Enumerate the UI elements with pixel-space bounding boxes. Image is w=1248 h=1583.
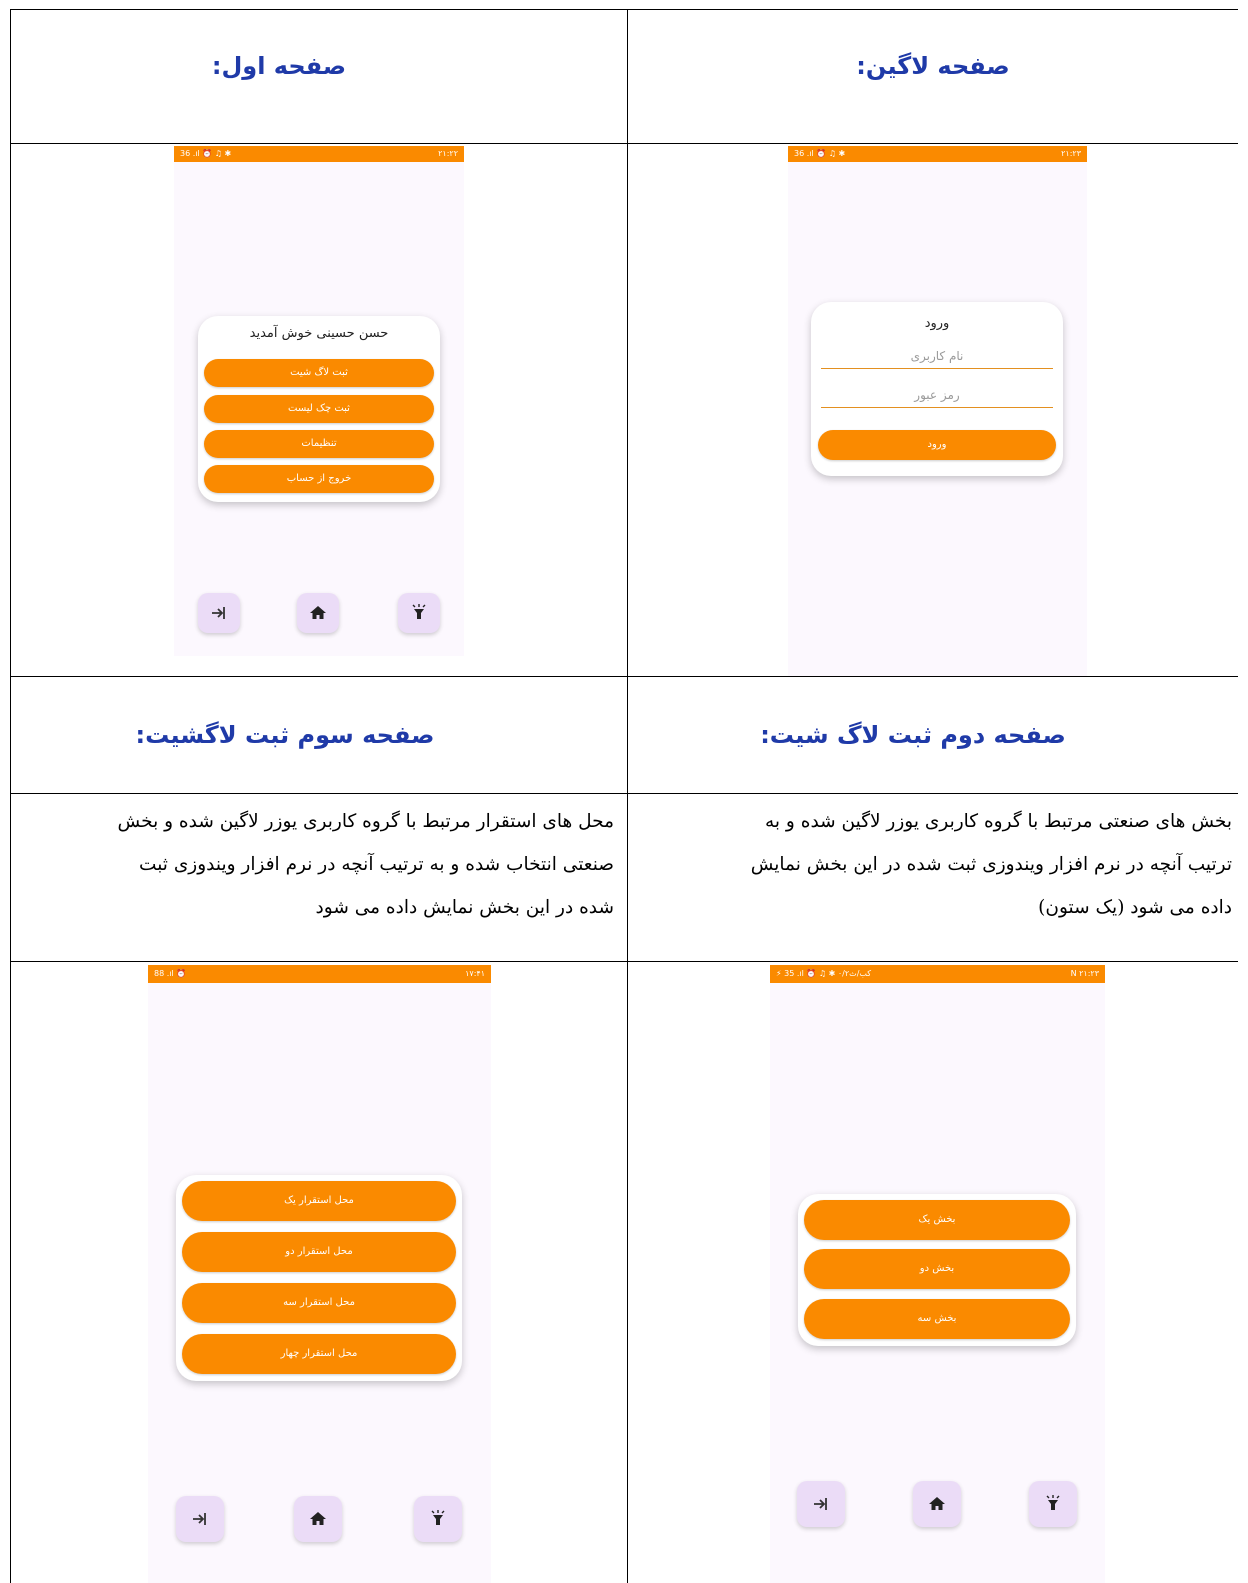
status-bar: 88 .ıl ⏰ ۱۷:۴۱ bbox=[148, 965, 491, 983]
section-button-3[interactable]: بخش سه bbox=[804, 1299, 1070, 1339]
location-button-2[interactable]: محل استقرار دو bbox=[182, 1232, 456, 1272]
status-time: ۲۱:۲۳ bbox=[1061, 149, 1081, 158]
locations-card: محل استقرار یک محل استقرار دو محل استقرا… bbox=[176, 1175, 462, 1381]
settings-button[interactable]: تنظیمات bbox=[204, 430, 434, 458]
location-button-4[interactable]: محل استقرار چهار bbox=[182, 1334, 456, 1374]
header-second-page: صفحه دوم ثبت لاگ شیت: bbox=[760, 721, 1066, 749]
login-submit-button[interactable]: ورود bbox=[818, 430, 1056, 460]
checklist-button[interactable]: ثبت چک لیست bbox=[204, 395, 434, 423]
table-row-line bbox=[10, 676, 1238, 677]
table-row-line bbox=[10, 961, 1238, 962]
flashlight-icon bbox=[431, 1510, 445, 1525]
first-page-screenshot: 36 .ıl ⏰ ♫ ✱ ۲۱:۲۲ حسن حسینی خوش آمدید ث… bbox=[174, 146, 464, 656]
table-row-line bbox=[10, 143, 1238, 144]
status-icons: ⚡ 35 .ıl ⏰ ♫ ✱ ۰/۲کب/ث bbox=[776, 969, 872, 978]
description-line: شده در این بخش نمایش داده می شود bbox=[315, 897, 614, 918]
description-line: داده می شود (یک ستون) bbox=[1038, 897, 1232, 918]
table-row-line bbox=[10, 793, 1238, 794]
status-time: ۱۷:۴۱ bbox=[465, 969, 485, 978]
sections-card: بخش یک بخش دو بخش سه bbox=[798, 1194, 1076, 1346]
home-icon bbox=[310, 606, 326, 619]
table-border-left bbox=[10, 9, 11, 1583]
section-button-2[interactable]: بخش دو bbox=[804, 1249, 1070, 1289]
nav-login-button[interactable] bbox=[198, 593, 240, 633]
section-button-1[interactable]: بخش یک bbox=[804, 1200, 1070, 1240]
header-first-page: صفحه اول: bbox=[211, 52, 347, 80]
home-icon bbox=[310, 1512, 326, 1525]
description-line: بخش های صنعتی مرتبط با گروه کاربری یوزر … bbox=[764, 811, 1232, 832]
nav-flashlight-button[interactable] bbox=[414, 1496, 462, 1542]
table-border-top bbox=[10, 9, 1238, 10]
password-field[interactable]: رمز عبور bbox=[821, 383, 1053, 408]
location-button-3[interactable]: محل استقرار سه bbox=[182, 1283, 456, 1323]
login-icon bbox=[814, 1498, 827, 1510]
nav-flashlight-button[interactable] bbox=[398, 593, 440, 633]
nav-home-button[interactable] bbox=[913, 1481, 961, 1527]
status-time: ۲۱:۲۲ bbox=[438, 149, 458, 158]
nav-home-button[interactable] bbox=[294, 1496, 342, 1542]
description-line: محل های استقرار مرتبط با گروه کاربری یوز… bbox=[117, 811, 614, 832]
header-third-page: صفحه سوم ثبت لاگشیت: bbox=[135, 721, 435, 749]
second-page-screenshot: ⚡ 35 .ıl ⏰ ♫ ✱ ۰/۲کب/ث N ۲۱:۲۳ بخش یک بخ… bbox=[770, 965, 1105, 1583]
status-time: N ۲۱:۲۳ bbox=[1070, 969, 1099, 978]
nav-login-button[interactable] bbox=[797, 1481, 845, 1527]
status-icons: 36 .ıl ⏰ ♫ ✱ bbox=[180, 149, 232, 158]
description-line: ترتیب آنچه در نرم افزار ویندوزی ثبت شده … bbox=[750, 854, 1232, 875]
login-icon bbox=[212, 607, 225, 619]
third-page-screenshot: 88 .ıl ⏰ ۱۷:۴۱ محل استقرار یک محل استقرا… bbox=[148, 965, 491, 1583]
welcome-text: حسن حسینی خوش آمدید bbox=[249, 326, 389, 341]
location-button-1[interactable]: محل استقرار یک bbox=[182, 1181, 456, 1221]
status-bar: 36 .ıl ⏰ ♫ ✱ ۲۱:۲۲ bbox=[174, 146, 464, 162]
home-icon bbox=[929, 1497, 945, 1510]
log-sheet-button[interactable]: ثبت لاگ شیت bbox=[204, 359, 434, 387]
login-title: ورود bbox=[924, 316, 950, 331]
header-login-page: صفحه لاگین: bbox=[856, 52, 1010, 80]
status-icons: 88 .ıl ⏰ bbox=[154, 969, 187, 978]
status-bar: ⚡ 35 .ıl ⏰ ♫ ✱ ۰/۲کب/ث N ۲۱:۲۳ bbox=[770, 965, 1105, 983]
flashlight-icon bbox=[1046, 1495, 1060, 1510]
login-page-screenshot: 36 .ıl ⏰ ♫ ✱ ۲۱:۲۳ ورود نام کاربری رمز ع… bbox=[788, 146, 1087, 676]
flashlight-icon bbox=[412, 604, 426, 619]
table-divider-vertical bbox=[627, 9, 628, 1583]
description-line: صنعتی انتخاب شده و به ترتیب آنچه در نرم … bbox=[139, 854, 614, 875]
login-card: ورود نام کاربری رمز عبور ورود bbox=[811, 302, 1063, 476]
description-second-page: بخش های صنعتی مرتبط با گروه کاربری یوزر … bbox=[640, 800, 1232, 929]
nav-flashlight-button[interactable] bbox=[1029, 1481, 1077, 1527]
status-bar: 36 .ıl ⏰ ♫ ✱ ۲۱:۲۳ bbox=[788, 146, 1087, 162]
login-icon bbox=[193, 1513, 206, 1525]
welcome-card: حسن حسینی خوش آمدید ثبت لاگ شیت ثبت چک ل… bbox=[198, 316, 440, 502]
status-icons: 36 .ıl ⏰ ♫ ✱ bbox=[794, 149, 846, 158]
nav-login-button[interactable] bbox=[176, 1496, 224, 1542]
username-field[interactable]: نام کاربری bbox=[821, 344, 1053, 369]
description-third-page: محل های استقرار مرتبط با گروه کاربری یوز… bbox=[22, 800, 614, 929]
nav-home-button[interactable] bbox=[297, 593, 339, 633]
logout-button[interactable]: خروج از حساب bbox=[204, 465, 434, 493]
